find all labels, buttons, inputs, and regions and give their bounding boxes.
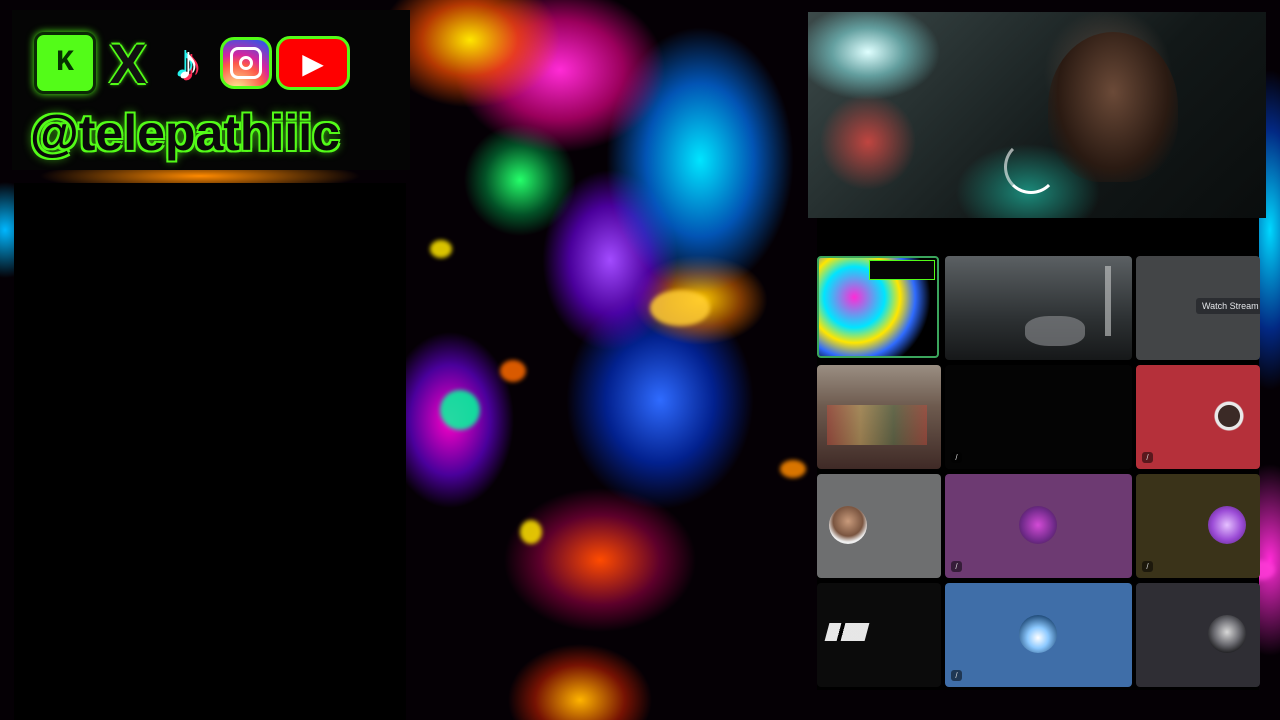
- featured-video[interactable]: [808, 12, 1266, 218]
- user-avatar: [1019, 615, 1057, 653]
- mute-icon: /: [951, 452, 962, 463]
- participant-tile-blue[interactable]: /: [945, 583, 1132, 687]
- loading-spinner-icon: [1004, 140, 1058, 194]
- user-avatar: [1208, 615, 1246, 653]
- participant-tile-camera-room[interactable]: [945, 256, 1132, 360]
- social-links-banner: K X ♪ ▶ @telepathiiic: [12, 10, 410, 170]
- empty-panel-left: [14, 183, 406, 720]
- x-icon: X: [109, 31, 147, 95]
- user-avatar: [1210, 397, 1248, 435]
- participant-tile-stream[interactable]: Watch Stream: [1136, 256, 1260, 360]
- participant-tile-red[interactable]: /: [1136, 365, 1260, 469]
- mini-banner: [869, 260, 935, 280]
- user-logo: [824, 623, 870, 641]
- participant-tile-grey[interactable]: [817, 474, 941, 578]
- mute-icon: /: [1142, 452, 1153, 463]
- user-avatar: [1208, 506, 1246, 544]
- participant-tile-purple[interactable]: /: [945, 474, 1132, 578]
- bg-speck: [430, 240, 452, 258]
- watch-stream-button[interactable]: Watch Stream: [1196, 298, 1260, 314]
- instagram-icon: [220, 37, 272, 89]
- participant-tile-stream-self[interactable]: [817, 256, 939, 358]
- participant-tile-slate[interactable]: [1136, 583, 1260, 687]
- channel-handle: @telepathiiic: [30, 105, 340, 161]
- mute-icon: /: [951, 670, 962, 681]
- window-light: [1105, 266, 1111, 336]
- bg-speck: [650, 290, 710, 326]
- participant-tile-dark[interactable]: /: [945, 365, 1132, 469]
- bg-speck: [440, 390, 480, 430]
- crowd-scene: [827, 405, 927, 445]
- user-avatar: [1019, 506, 1057, 544]
- bg-speck: [500, 360, 526, 382]
- social-icons-row: K X ♪ ▶: [34, 31, 350, 95]
- mute-icon: /: [1142, 561, 1153, 572]
- tiktok-icon: ♪: [176, 36, 200, 90]
- blurred-figure: [1025, 316, 1085, 346]
- video-person: [1048, 32, 1178, 182]
- participant-tile-olive[interactable]: /: [1136, 474, 1260, 578]
- user-avatar: [829, 506, 867, 544]
- bg-speck: [780, 460, 806, 478]
- youtube-icon: ▶: [276, 36, 350, 90]
- kick-icon: K: [34, 32, 96, 94]
- bg-speck: [520, 520, 542, 544]
- participant-tile-stream-plaza[interactable]: [817, 365, 941, 469]
- participant-tile-black[interactable]: [817, 583, 941, 687]
- mute-icon: /: [951, 561, 962, 572]
